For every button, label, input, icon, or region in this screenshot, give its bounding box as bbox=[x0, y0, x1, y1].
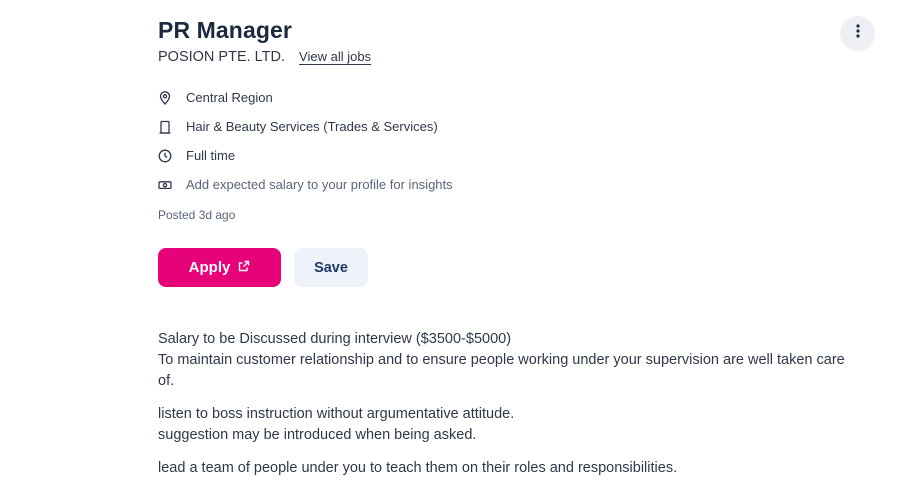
meta-work-type: Full time bbox=[158, 141, 453, 170]
job-title: PR Manager bbox=[158, 17, 292, 43]
job-description: Salary to be Discussed during interview … bbox=[158, 329, 858, 483]
external-link-icon bbox=[238, 259, 250, 276]
more-options-button[interactable] bbox=[840, 16, 875, 51]
description-line: lead a team of people under you to teach… bbox=[158, 460, 678, 476]
description-line: Salary to be Discussed during interview … bbox=[158, 331, 512, 347]
building-icon bbox=[158, 120, 172, 134]
company-row: POSION PTE. LTD. View all jobs bbox=[158, 49, 371, 65]
company-name: POSION PTE. LTD. bbox=[158, 49, 286, 65]
money-icon bbox=[158, 178, 172, 192]
description-line: listen to boss instruction without argum… bbox=[158, 406, 515, 422]
description-paragraph: lead a team of people under you to teach… bbox=[158, 458, 858, 479]
meta-salary: Add expected salary to your profile for … bbox=[158, 170, 453, 199]
map-pin-icon bbox=[158, 90, 172, 105]
job-meta-list: Central Region Hair & Beauty Services (T… bbox=[158, 83, 453, 199]
save-button[interactable]: Save bbox=[294, 248, 368, 287]
description-paragraph: listen to boss instruction without argum… bbox=[158, 404, 858, 446]
classification-text: Hair & Beauty Services (Trades & Service… bbox=[186, 119, 438, 134]
view-all-jobs-link[interactable]: View all jobs bbox=[299, 49, 371, 64]
work-type-text: Full time bbox=[186, 148, 236, 163]
meta-location: Central Region bbox=[158, 83, 453, 112]
description-line: To maintain customer relationship and to… bbox=[158, 352, 845, 389]
location-text: Central Region bbox=[186, 90, 273, 105]
posted-date: Posted 3d ago bbox=[158, 208, 236, 222]
apply-button[interactable]: Apply bbox=[158, 248, 281, 287]
apply-label: Apply bbox=[188, 259, 231, 276]
meta-classification: Hair & Beauty Services (Trades & Service… bbox=[158, 112, 453, 141]
more-vertical-icon bbox=[855, 24, 860, 43]
salary-insights-text[interactable]: Add expected salary to your profile for … bbox=[186, 177, 453, 192]
description-line: suggestion may be introduced when being … bbox=[158, 427, 477, 443]
description-paragraph: Salary to be Discussed during interview … bbox=[158, 329, 858, 392]
clock-icon bbox=[158, 149, 172, 163]
